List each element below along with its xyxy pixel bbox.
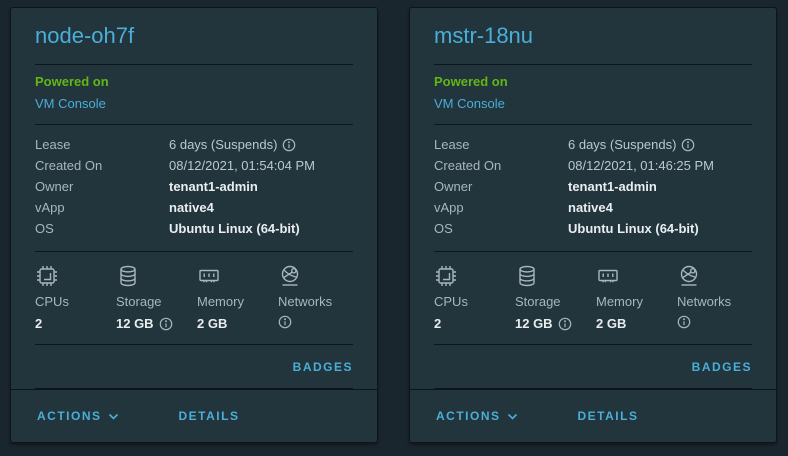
resource-label: Networks [677,293,758,310]
card-footer: ACTIONS DETAILS [11,389,377,442]
detail-value: Ubuntu Linux (64-bit) [568,221,699,236]
resource-label: Networks [278,293,359,310]
detail-row-os: OS Ubuntu Linux (64-bit) [434,218,752,239]
power-status-badge: Powered on [434,73,752,91]
vm-details-list: Lease 6 days (Suspends) Created On 08/12… [35,125,353,252]
info-icon[interactable] [558,317,572,331]
badges-button[interactable]: BADGES [692,360,752,374]
detail-row-vapp: vApp native4 [35,197,353,218]
detail-value: 08/12/2021, 01:46:25 PM [568,158,714,173]
vm-card-node-oh7f: node-oh7f Powered on VM Console Lease 6 … [10,7,378,443]
resource-label: Memory [596,293,677,310]
detail-row-os: OS Ubuntu Linux (64-bit) [35,218,353,239]
card-footer: ACTIONS DETAILS [410,389,776,442]
detail-label: Lease [434,137,568,152]
resource-value: 2 GB [596,315,677,333]
storage-icon [116,264,140,288]
detail-label: Created On [35,158,169,173]
resource-value [677,315,758,329]
power-status-badge: Powered on [35,73,353,91]
resource-cpus: CPUs 2 [434,261,515,333]
resource-value [278,315,359,329]
networks-icon [677,264,701,288]
detail-label: Owner [434,179,568,194]
detail-value: 08/12/2021, 01:54:04 PM [169,158,315,173]
info-icon[interactable] [159,317,173,331]
resource-label: CPUs [35,293,116,310]
resource-label: Storage [515,293,596,310]
info-icon[interactable] [278,315,292,329]
detail-label: Owner [35,179,169,194]
resource-cpus: CPUs 2 [35,261,116,333]
vm-console-link[interactable]: VM Console [434,94,505,113]
detail-row-owner: Owner tenant1-admin [35,176,353,197]
detail-row-owner: Owner tenant1-admin [434,176,752,197]
vm-title[interactable]: mstr-18nu [434,22,752,50]
resource-label: Storage [116,293,197,310]
detail-value: native4 [169,200,214,215]
detail-value: tenant1-admin [169,179,258,194]
resource-networks: Networks [278,261,359,333]
resource-memory: Memory 2 GB [596,261,677,333]
resource-value: 12 GB [116,315,197,333]
vm-title[interactable]: node-oh7f [35,22,353,50]
details-button[interactable]: DETAILS [179,409,240,423]
resource-value: 2 [434,315,515,333]
detail-value: Ubuntu Linux (64-bit) [169,221,300,236]
detail-value: tenant1-admin [568,179,657,194]
vm-cards-row: node-oh7f Powered on VM Console Lease 6 … [0,0,788,443]
detail-label: vApp [434,200,568,215]
cpu-icon [434,264,458,288]
resource-value: 12 GB [515,315,596,333]
chevron-down-icon [108,411,119,422]
memory-icon [596,264,620,288]
actions-dropdown-button[interactable]: ACTIONS [436,409,518,423]
detail-row-lease: Lease 6 days (Suspends) [434,134,752,155]
resource-value: 2 GB [197,315,278,333]
vm-resources: CPUs 2 Storage 12 GB Memory 2 GB Network… [35,252,353,345]
detail-row-created-on: Created On 08/12/2021, 01:54:04 PM [35,155,353,176]
resource-value: 2 [35,315,116,333]
detail-label: OS [35,221,169,236]
info-icon[interactable] [677,315,691,329]
detail-row-vapp: vApp native4 [434,197,752,218]
storage-icon [515,264,539,288]
actions-dropdown-button[interactable]: ACTIONS [37,409,119,423]
cpu-icon [35,264,59,288]
detail-value: 6 days (Suspends) [568,137,695,152]
memory-icon [197,264,221,288]
info-icon[interactable] [681,138,695,152]
detail-label: OS [434,221,568,236]
badges-button[interactable]: BADGES [293,360,353,374]
detail-label: vApp [35,200,169,215]
resource-networks: Networks [677,261,758,333]
vm-card-mstr-18nu: mstr-18nu Powered on VM Console Lease 6 … [409,7,777,443]
details-button[interactable]: DETAILS [578,409,639,423]
detail-row-lease: Lease 6 days (Suspends) [35,134,353,155]
resource-storage: Storage 12 GB [116,261,197,333]
detail-value: 6 days (Suspends) [169,137,296,152]
resource-label: CPUs [434,293,515,310]
vm-console-link[interactable]: VM Console [35,94,106,113]
detail-value: native4 [568,200,613,215]
info-icon[interactable] [282,138,296,152]
detail-label: Lease [35,137,169,152]
vm-details-list: Lease 6 days (Suspends) Created On 08/12… [434,125,752,252]
resource-memory: Memory 2 GB [197,261,278,333]
vm-resources: CPUs 2 Storage 12 GB Memory 2 GB Network… [434,252,752,345]
detail-row-created-on: Created On 08/12/2021, 01:46:25 PM [434,155,752,176]
networks-icon [278,264,302,288]
chevron-down-icon [507,411,518,422]
resource-storage: Storage 12 GB [515,261,596,333]
detail-label: Created On [434,158,568,173]
resource-label: Memory [197,293,278,310]
